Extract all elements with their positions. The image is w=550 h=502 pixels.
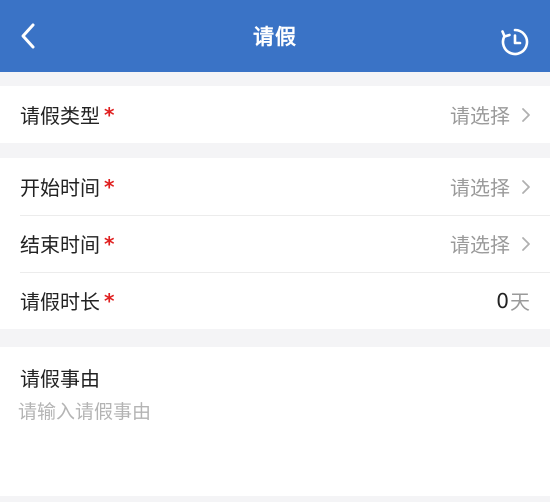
reason-textarea[interactable]: [18, 397, 530, 477]
chevron-right-icon: [522, 236, 530, 251]
nav-bar: 请假: [0, 0, 550, 72]
history-clock-icon: [501, 28, 529, 56]
reason-label: 请假事由: [20, 367, 100, 391]
leave-type-group: 请假类型 * 请选择: [0, 86, 550, 143]
chevron-right-icon: [522, 107, 530, 122]
reason-group: 请假事由: [0, 347, 550, 496]
back-arrow-icon: [21, 23, 35, 49]
leave-type-label: 请假类型: [20, 104, 100, 128]
end-time-row[interactable]: 结束时间 * 请选择: [0, 215, 550, 272]
page-title: 请假: [253, 25, 297, 49]
duration-value: 0: [496, 288, 509, 313]
required-mark: *: [104, 288, 115, 313]
required-mark: *: [104, 102, 115, 127]
end-time-value: 请选择: [450, 233, 510, 257]
start-time-label: 开始时间: [20, 176, 100, 200]
duration-row: 请假时长 * 0 天: [0, 272, 550, 329]
chevron-right-icon: [522, 179, 530, 194]
required-mark: *: [104, 174, 115, 199]
end-time-label: 结束时间: [20, 233, 100, 257]
leave-type-row[interactable]: 请假类型 * 请选择: [0, 86, 550, 143]
duration-unit: 天: [510, 290, 530, 314]
required-mark: *: [104, 231, 115, 256]
time-group: 开始时间 * 请选择 结束时间 * 请选择 请假时长 * 0 天: [0, 158, 550, 329]
start-time-value: 请选择: [450, 176, 510, 200]
duration-label: 请假时长: [20, 290, 100, 314]
back-button[interactable]: [14, 22, 42, 50]
history-button[interactable]: [500, 27, 530, 57]
leave-type-value: 请选择: [450, 104, 510, 128]
start-time-row[interactable]: 开始时间 * 请选择: [0, 158, 550, 215]
